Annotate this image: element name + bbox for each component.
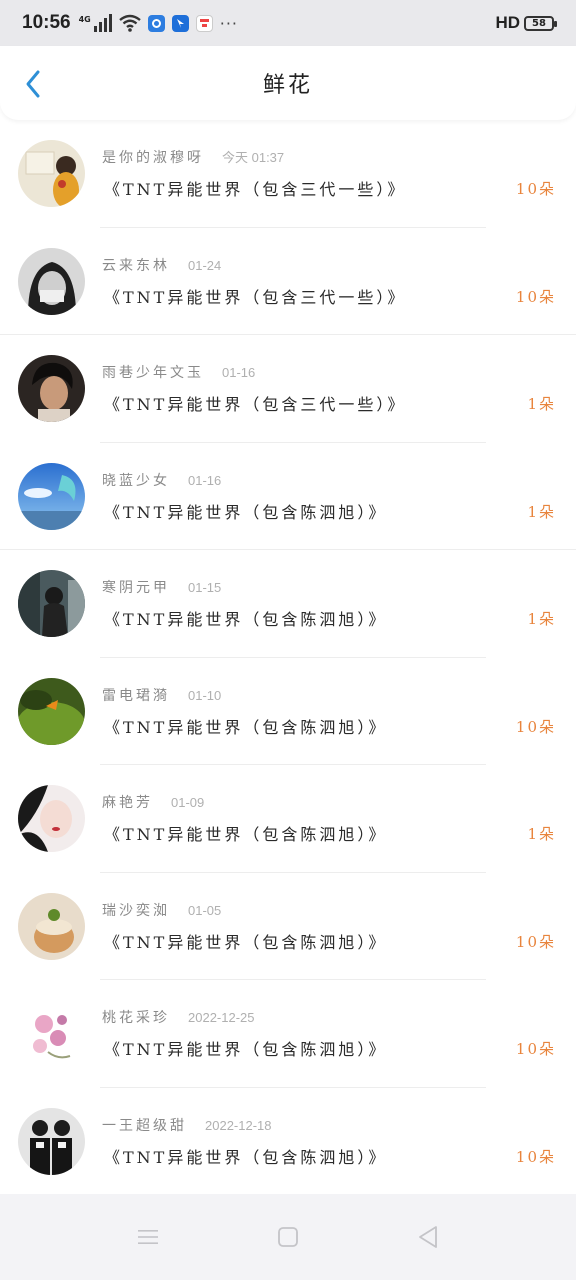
send-time: 01-24 bbox=[188, 257, 222, 273]
nav-home-button[interactable] bbox=[273, 1222, 303, 1252]
sender-line: 寒阴元甲 01-15 bbox=[102, 577, 221, 597]
sender-line: 瑞沙奕洳 01-05 bbox=[102, 900, 221, 920]
send-time: 01-10 bbox=[188, 687, 222, 703]
book-title: 《TNT异能世界（包含三代一些）》 bbox=[104, 395, 407, 414]
network-type-label: 4G bbox=[78, 15, 91, 24]
list-item[interactable]: 麻艳芳 01-09 《TNT异能世界（包含陈泗旭）》 1朵 bbox=[0, 765, 576, 873]
flower-count: 10朵 bbox=[515, 287, 556, 306]
more-notifications-icon: ··· bbox=[219, 13, 239, 33]
flower-count: 1朵 bbox=[527, 610, 556, 628]
app-notification-icon bbox=[171, 14, 189, 32]
sender-line: 麻艳芳 01-09 bbox=[102, 792, 204, 812]
sender-line: 是你的淑穆呀 今天 01:37 bbox=[102, 147, 284, 167]
book-title: 《TNT异能世界（包含陈泗旭）》 bbox=[104, 717, 388, 737]
sender-name: 晓蓝少女 bbox=[102, 472, 170, 489]
send-time: 01-16 bbox=[222, 365, 256, 380]
signal-icon: 4G bbox=[79, 14, 112, 32]
back-button[interactable] bbox=[18, 68, 48, 100]
send-time: 2022-12-25 bbox=[188, 1010, 255, 1025]
sender-line: 桃花采珍 2022-12-25 bbox=[102, 1007, 255, 1027]
status-icons: 4G ··· bbox=[79, 14, 238, 33]
hd-indicator: HD bbox=[495, 13, 520, 32]
battery-icon: 58 bbox=[524, 15, 557, 31]
sender-name: 雷电珺漪 bbox=[102, 687, 170, 704]
status-bar: 10:56 4G ··· HD 58 bbox=[0, 0, 576, 46]
send-time: 01-15 bbox=[188, 580, 222, 595]
list-item[interactable]: 瑞沙奕洳 01-05 《TNT异能世界（包含陈泗旭）》 10朵 bbox=[0, 873, 576, 980]
send-time: 01-09 bbox=[171, 795, 205, 810]
sender-name: 寒阴元甲 bbox=[102, 580, 170, 596]
book-title: 《TNT异能世界（包含陈泗旭）》 bbox=[104, 825, 388, 844]
book-title: 《TNT异能世界（包含陈泗旭）》 bbox=[104, 1147, 388, 1167]
sender-line: 雷电珺漪 01-10 bbox=[102, 685, 221, 705]
send-time: 2022-12-18 bbox=[205, 1117, 272, 1133]
avatar[interactable] bbox=[18, 462, 85, 530]
flower-count: 1朵 bbox=[527, 825, 556, 843]
sender-name: 一王超级甜 bbox=[102, 1117, 187, 1134]
book-title: 《TNT异能世界（包含三代一些）》 bbox=[104, 287, 407, 307]
book-title: 《TNT异能世界（包含陈泗旭）》 bbox=[104, 502, 388, 522]
status-time: 10:56 bbox=[22, 12, 71, 33]
sender-line: 一王超级甜 2022-12-18 bbox=[102, 1115, 272, 1135]
list-item[interactable]: 雨巷少年文玉 01-16 《TNT异能世界（包含三代一些）》 1朵 bbox=[0, 335, 576, 443]
send-time: 01-16 bbox=[188, 472, 222, 488]
flower-list: 是你的淑穆呀 今天 01:37 《TNT异能世界（包含三代一些）》 10朵 云来… bbox=[0, 120, 576, 1195]
chevron-left-icon bbox=[26, 70, 40, 98]
nav-menu-button[interactable] bbox=[133, 1222, 163, 1252]
list-item[interactable]: 云来东林 01-24 《TNT异能世界（包含三代一些）》 10朵 bbox=[0, 228, 576, 335]
list-item[interactable]: 一王超级甜 2022-12-18 《TNT异能世界（包含陈泗旭）》 10朵 bbox=[0, 1088, 576, 1196]
book-title: 《TNT异能世界（包含三代一些）》 bbox=[104, 180, 407, 199]
book-title: 《TNT异能世界（包含陈泗旭）》 bbox=[104, 932, 388, 952]
sender-name: 麻艳芳 bbox=[102, 795, 153, 811]
send-time: 今天 01:37 bbox=[222, 150, 285, 165]
triangle-back-icon bbox=[419, 1226, 437, 1248]
list-item[interactable]: 桃花采珍 2022-12-25 《TNT异能世界（包含陈泗旭）》 10朵 bbox=[0, 980, 576, 1088]
book-title: 《TNT异能世界（包含陈泗旭）》 bbox=[104, 610, 388, 629]
avatar[interactable] bbox=[18, 247, 85, 315]
page-header: 鲜花 bbox=[0, 46, 576, 120]
flower-count: 10朵 bbox=[515, 1040, 556, 1058]
flower-count: 10朵 bbox=[515, 932, 556, 951]
status-right: HD 58 bbox=[495, 13, 557, 33]
sender-name: 瑞沙奕洳 bbox=[102, 902, 170, 919]
flower-count: 10朵 bbox=[515, 717, 556, 736]
list-item[interactable]: 寒阴元甲 01-15 《TNT异能世界（包含陈泗旭）》 1朵 bbox=[0, 550, 576, 658]
wifi-icon bbox=[119, 14, 141, 32]
flower-count: 1朵 bbox=[527, 395, 556, 413]
sender-name: 雨巷少年文玉 bbox=[102, 365, 204, 381]
square-icon bbox=[278, 1227, 298, 1247]
sender-line: 云来东林 01-24 bbox=[102, 255, 221, 275]
sender-name: 桃花采珍 bbox=[102, 1010, 170, 1026]
flower-count: 1朵 bbox=[527, 502, 556, 521]
app-notification-icon bbox=[147, 14, 165, 32]
nav-back-button[interactable] bbox=[413, 1222, 443, 1252]
sender-name: 是你的淑穆呀 bbox=[102, 150, 204, 166]
calendar-notification-icon bbox=[195, 14, 213, 32]
sender-name: 云来东林 bbox=[102, 257, 170, 274]
sender-line: 晓蓝少女 01-16 bbox=[102, 470, 221, 490]
avatar[interactable] bbox=[18, 140, 85, 207]
avatar[interactable] bbox=[18, 677, 85, 745]
avatar[interactable] bbox=[18, 785, 85, 852]
sender-line: 雨巷少年文玉 01-16 bbox=[102, 362, 255, 382]
avatar[interactable] bbox=[18, 355, 85, 422]
book-title: 《TNT异能世界（包含陈泗旭）》 bbox=[104, 1040, 388, 1059]
system-nav-bar bbox=[0, 1194, 576, 1280]
list-item[interactable]: 晓蓝少女 01-16 《TNT异能世界（包含陈泗旭）》 1朵 bbox=[0, 443, 576, 550]
page-title: 鲜花 bbox=[262, 73, 313, 98]
flower-count: 10朵 bbox=[515, 180, 556, 198]
list-item[interactable]: 雷电珺漪 01-10 《TNT异能世界（包含陈泗旭）》 10朵 bbox=[0, 658, 576, 765]
menu-icon bbox=[138, 1230, 158, 1244]
list-item[interactable]: 是你的淑穆呀 今天 01:37 《TNT异能世界（包含三代一些）》 10朵 bbox=[0, 120, 576, 228]
flower-count: 10朵 bbox=[515, 1147, 556, 1166]
avatar[interactable] bbox=[18, 892, 85, 960]
send-time: 01-05 bbox=[188, 902, 222, 918]
battery-level: 58 bbox=[532, 17, 546, 29]
avatar[interactable] bbox=[18, 1000, 85, 1067]
avatar[interactable] bbox=[18, 570, 85, 637]
avatar[interactable] bbox=[18, 1107, 85, 1175]
